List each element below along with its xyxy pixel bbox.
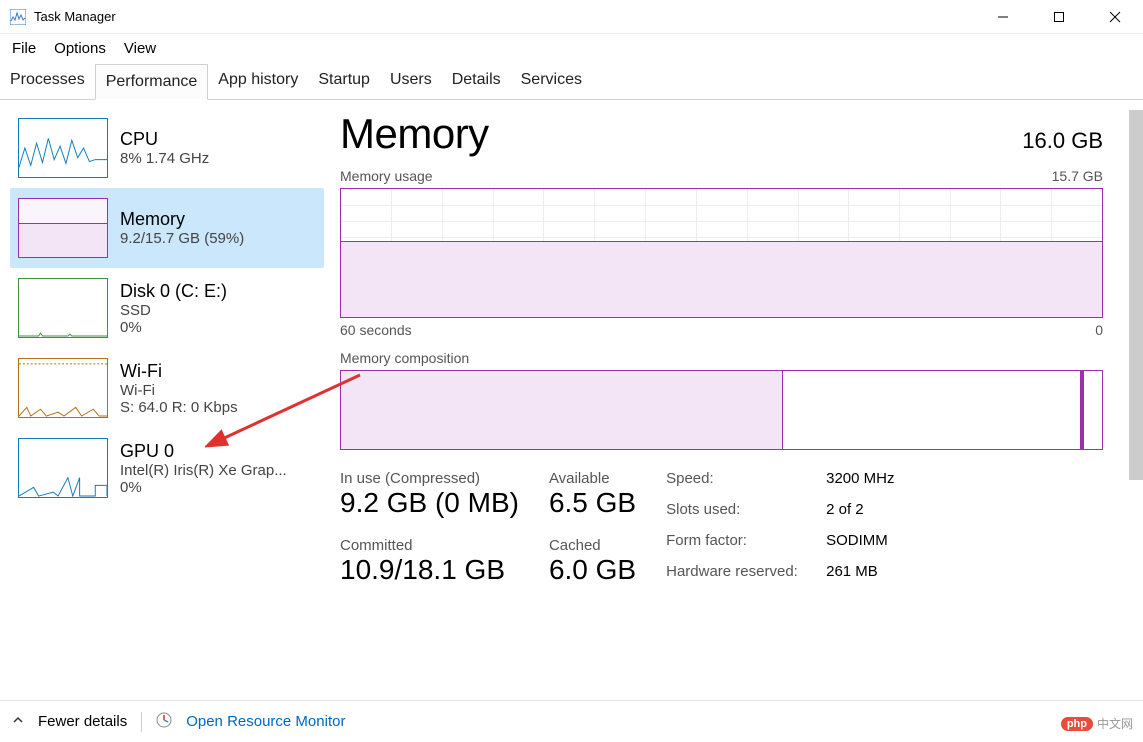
inuse-value: 9.2 GB (0 MB) <box>340 487 519 519</box>
memory-composition-chart[interactable] <box>340 370 1103 450</box>
hwres-key: Hardware reserved: <box>666 563 826 586</box>
form-value: SODIMM <box>826 532 956 555</box>
window-title: Task Manager <box>34 9 116 24</box>
sidebar-item-disk[interactable]: Disk 0 (C: E:) SSD 0% <box>10 268 324 348</box>
minimize-button[interactable] <box>975 0 1031 34</box>
slots-value: 2 of 2 <box>826 501 956 524</box>
sidebar-sub-gpu-1: Intel(R) Iris(R) Xe Grap... <box>120 462 287 479</box>
sidebar-label-cpu: CPU <box>120 129 209 150</box>
open-resource-monitor-link[interactable]: Open Resource Monitor <box>186 713 345 730</box>
sidebar-item-cpu[interactable]: CPU 8% 1.74 GHz <box>10 108 324 188</box>
app-icon <box>10 9 26 25</box>
maximize-button[interactable] <box>1031 0 1087 34</box>
sidebar-sub-memory: 9.2/15.7 GB (59%) <box>120 230 244 247</box>
memory-properties: Speed: 3200 MHz Slots used: 2 of 2 Form … <box>666 470 956 586</box>
speed-key: Speed: <box>666 470 826 493</box>
tab-processes[interactable]: Processes <box>0 63 95 99</box>
sidebar-label-disk: Disk 0 (C: E:) <box>120 281 227 302</box>
slots-key: Slots used: <box>666 501 826 524</box>
composition-label: Memory composition <box>340 350 1103 366</box>
sidebar-sub-disk-2: 0% <box>120 319 227 336</box>
cpu-sparkline <box>18 118 108 178</box>
menu-options[interactable]: Options <box>54 40 106 57</box>
resource-monitor-icon <box>156 712 172 732</box>
sidebar-item-memory[interactable]: Memory 9.2/15.7 GB (59%) <box>10 188 324 268</box>
chevron-up-icon[interactable] <box>12 713 24 730</box>
sidebar-sub-gpu-2: 0% <box>120 479 287 496</box>
cached-value: 6.0 GB <box>549 554 636 586</box>
memory-capacity: 16.0 GB <box>1022 128 1103 154</box>
tab-services[interactable]: Services <box>511 63 592 99</box>
vertical-scrollbar[interactable] <box>1129 110 1143 480</box>
fewer-details-link[interactable]: Fewer details <box>38 713 127 730</box>
content-area: CPU 8% 1.74 GHz Memory 9.2/15.7 GB (59%)… <box>0 100 1143 680</box>
sidebar-sub-wifi-2: S: 64.0 R: 0 Kbps <box>120 399 238 416</box>
usage-chart-max: 15.7 GB <box>1052 168 1103 184</box>
disk-sparkline <box>18 278 108 338</box>
menu-view[interactable]: View <box>124 40 156 57</box>
gpu-sparkline <box>18 438 108 498</box>
usage-axis-left: 60 seconds <box>340 322 412 338</box>
usage-chart-label: Memory usage <box>340 168 433 184</box>
memory-stats: In use (Compressed) 9.2 GB (0 MB) Commit… <box>340 470 1103 586</box>
inuse-label: In use (Compressed) <box>340 470 519 487</box>
memory-sparkline <box>18 198 108 258</box>
sidebar-label-wifi: Wi-Fi <box>120 361 238 382</box>
form-key: Form factor: <box>666 532 826 555</box>
cached-label: Cached <box>549 537 636 554</box>
sidebar-label-memory: Memory <box>120 209 244 230</box>
memory-usage-chart[interactable] <box>340 188 1103 318</box>
available-label: Available <box>549 470 636 487</box>
tab-bar: Processes Performance App history Startu… <box>0 63 1143 100</box>
available-value: 6.5 GB <box>549 487 636 519</box>
close-button[interactable] <box>1087 0 1143 34</box>
performance-sidebar: CPU 8% 1.74 GHz Memory 9.2/15.7 GB (59%)… <box>0 100 330 680</box>
page-title: Memory <box>340 110 489 158</box>
menu-bar: File Options View <box>0 34 1143 63</box>
sidebar-sub-disk-1: SSD <box>120 302 227 319</box>
committed-value: 10.9/18.1 GB <box>340 554 519 586</box>
hwres-value: 261 MB <box>826 563 956 586</box>
tab-performance[interactable]: Performance <box>95 64 209 100</box>
wifi-sparkline <box>18 358 108 418</box>
usage-axis-right: 0 <box>1095 322 1103 338</box>
committed-label: Committed <box>340 537 519 554</box>
watermark: php中文网 <box>1061 715 1133 732</box>
title-bar: Task Manager <box>0 0 1143 34</box>
tab-startup[interactable]: Startup <box>308 63 380 99</box>
sidebar-item-gpu[interactable]: GPU 0 Intel(R) Iris(R) Xe Grap... 0% <box>10 428 324 508</box>
sidebar-item-wifi[interactable]: Wi-Fi Wi-Fi S: 64.0 R: 0 Kbps <box>10 348 324 428</box>
tab-app-history[interactable]: App history <box>208 63 308 99</box>
speed-value: 3200 MHz <box>826 470 956 493</box>
menu-file[interactable]: File <box>12 40 36 57</box>
tab-details[interactable]: Details <box>442 63 511 99</box>
sidebar-label-gpu: GPU 0 <box>120 441 287 462</box>
footer-separator <box>141 712 142 732</box>
footer-bar: Fewer details Open Resource Monitor <box>0 700 1143 742</box>
main-panel: Memory 16.0 GB Memory usage 15.7 GB 60 s… <box>330 100 1143 680</box>
tab-users[interactable]: Users <box>380 63 442 99</box>
sidebar-sub-wifi-1: Wi-Fi <box>120 382 238 399</box>
sidebar-sub-cpu: 8% 1.74 GHz <box>120 150 209 167</box>
